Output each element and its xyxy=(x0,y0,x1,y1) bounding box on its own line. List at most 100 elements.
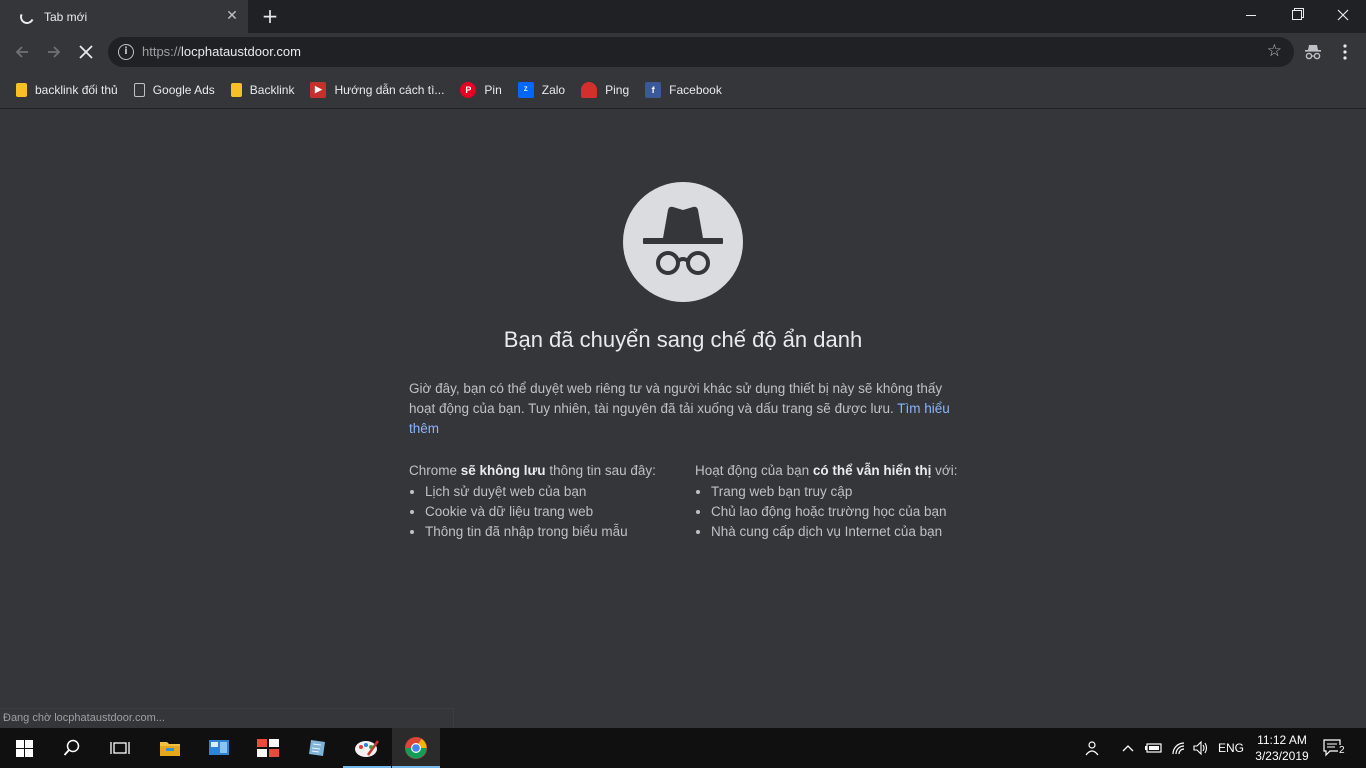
control-panel-icon xyxy=(209,740,229,755)
taskbar-app-3[interactable] xyxy=(244,728,292,768)
incognito-icon xyxy=(1305,45,1321,60)
taskbar-app-4[interactable] xyxy=(293,728,341,768)
bookmark-google-ads[interactable]: Google Ads xyxy=(126,76,223,104)
toolbar: i https://locphataustdoor.com ☆ xyxy=(0,33,1366,71)
new-tab-button[interactable]: + xyxy=(259,6,281,28)
list-item: Chủ lao động hoặc trường học của bạn xyxy=(711,502,975,522)
incognito-headline: Bạn đã chuyển sang chế độ ẩn danh xyxy=(503,327,863,352)
task-view-icon xyxy=(110,742,130,754)
restore-button[interactable] xyxy=(1274,0,1320,30)
incognito-indicator[interactable] xyxy=(1300,40,1326,64)
address-bar[interactable]: i https://locphataustdoor.com ☆ xyxy=(108,37,1294,67)
arrow-right-icon xyxy=(48,46,61,58)
list-item: Lịch sử duyệt web của bạn xyxy=(425,482,689,502)
bookmark-facebook[interactable]: f Facebook xyxy=(637,76,730,104)
battery-button[interactable] xyxy=(1142,728,1164,768)
bookmark-label: Google Ads xyxy=(152,82,215,97)
battery-icon xyxy=(1145,743,1162,753)
taskbar-file-explorer[interactable] xyxy=(146,728,194,768)
forward-button[interactable] xyxy=(41,40,67,64)
show-hidden-icons-button[interactable] xyxy=(1118,728,1138,768)
bookmark-label: Pin xyxy=(484,82,502,97)
close-window-button[interactable] xyxy=(1320,0,1366,30)
network-button[interactable] xyxy=(1168,728,1190,768)
speaker-icon xyxy=(1193,741,1208,755)
url-text[interactable]: https://locphataustdoor.com xyxy=(142,44,301,59)
back-button[interactable] xyxy=(9,40,35,64)
notepad-icon xyxy=(309,740,325,756)
folder-icon xyxy=(16,82,27,97)
bookmark-huong-dan[interactable]: ▶ Hướng dẫn cách tì... xyxy=(302,76,452,104)
incognito-logo-icon xyxy=(623,182,743,302)
incognito-page: Bạn đã chuyển sang chế độ ẩn danh Giờ đâ… xyxy=(0,110,1366,708)
notification-count-badge: 2 xyxy=(1338,745,1346,756)
tab-strip: Tab mới ✕ + xyxy=(0,0,1366,33)
bookmark-pin[interactable]: P Pin xyxy=(452,76,509,104)
task-view-button[interactable] xyxy=(96,728,144,768)
wifi-icon xyxy=(1172,742,1185,755)
taskbar-app-5[interactable] xyxy=(343,728,391,768)
not-saved-column: Chrome sẽ không lưu thông tin sau đây: L… xyxy=(409,463,689,542)
chrome-icon xyxy=(405,737,427,759)
bookmark-backlink[interactable]: Backlink xyxy=(223,76,303,104)
bookmark-label: backlink đối thủ xyxy=(35,82,118,97)
still-visible-column: Hoạt động của bạn có thể vẫn hiển thị vớ… xyxy=(695,463,975,542)
bookmark-label: Ping xyxy=(605,82,630,97)
taskbar-chrome[interactable] xyxy=(392,728,440,768)
bookmark-backlink-doi-thu[interactable]: backlink đối thủ xyxy=(8,76,126,104)
bookmark-label: Facebook xyxy=(669,82,722,97)
list-item: Trang web bạn truy cập xyxy=(711,482,975,502)
incognito-intro: Giờ đây, bạn có thể duyệt web riêng tư v… xyxy=(409,379,959,439)
chevron-up-icon xyxy=(1122,745,1134,752)
bookmark-label: Backlink xyxy=(249,82,295,97)
zalo-icon: Z xyxy=(517,81,534,98)
stop-loading-button[interactable] xyxy=(73,40,99,64)
tab-close-icon[interactable]: ✕ xyxy=(224,8,240,24)
minimize-button[interactable] xyxy=(1228,0,1274,30)
not-saved-list: Lịch sử duyệt web của bạn Cookie và dữ l… xyxy=(409,482,689,542)
taskbar-app-2[interactable] xyxy=(195,728,243,768)
close-icon xyxy=(1337,9,1349,21)
clock-date: 3/23/2019 xyxy=(1255,749,1309,763)
search-icon xyxy=(63,739,80,756)
volume-button[interactable] xyxy=(1190,728,1212,768)
chrome-menu-button[interactable] xyxy=(1332,40,1358,64)
bookmarks-bar: backlink đối thủ Google Ads Backlink ▶ Hư… xyxy=(0,71,1366,109)
bookmark-zalo[interactable]: Z Zalo xyxy=(510,76,573,104)
bookmark-label: Hướng dẫn cách tì... xyxy=(334,82,445,97)
arrow-left-icon xyxy=(15,46,28,58)
youtube-icon: ▶ xyxy=(310,81,327,98)
loading-spinner-icon xyxy=(18,7,36,26)
ping-icon xyxy=(581,81,598,98)
bookmark-star-icon[interactable]: ☆ xyxy=(1267,42,1282,60)
paint-icon xyxy=(355,740,380,757)
list-item: Nhà cung cấp dịch vụ Internet của bạn xyxy=(711,522,975,542)
start-button[interactable] xyxy=(0,728,48,768)
page-icon xyxy=(133,82,145,97)
list-item: Thông tin đã nhập trong biểu mẫu xyxy=(425,522,689,542)
action-center-button[interactable]: 2 xyxy=(1322,738,1346,758)
folder-icon xyxy=(230,82,242,97)
people-button[interactable] xyxy=(1080,728,1106,768)
windows-taskbar: ENG 11:12 AM 3/23/2019 2 xyxy=(0,728,1366,768)
people-icon xyxy=(1085,741,1099,756)
not-saved-heading: Chrome sẽ không lưu thông tin sau đây: xyxy=(409,463,656,478)
taskbar-clock[interactable]: 11:12 AM 3/23/2019 xyxy=(1250,732,1314,764)
search-button[interactable] xyxy=(48,728,96,768)
clock-time: 11:12 AM xyxy=(1257,733,1307,747)
input-language[interactable]: ENG xyxy=(1214,728,1248,768)
tab-active[interactable]: Tab mới ✕ xyxy=(0,0,248,33)
app-grid-icon xyxy=(257,739,279,757)
url-scheme: https:// xyxy=(142,44,182,59)
site-info-icon[interactable]: i xyxy=(118,44,134,60)
more-vertical-icon xyxy=(1343,44,1347,60)
url-host: locphataustdoor.com xyxy=(181,44,301,59)
intro-text: Giờ đây, bạn có thể duyệt web riêng tư v… xyxy=(409,381,943,416)
bookmark-ping[interactable]: Ping xyxy=(573,76,637,104)
status-bubble: Đang chờ locphataustdoor.com... xyxy=(0,708,454,728)
windows-logo-icon xyxy=(15,739,33,757)
minimize-icon xyxy=(1246,14,1256,16)
stop-icon xyxy=(79,45,93,59)
restore-icon xyxy=(1292,10,1302,20)
bookmark-label: Zalo xyxy=(541,82,566,97)
